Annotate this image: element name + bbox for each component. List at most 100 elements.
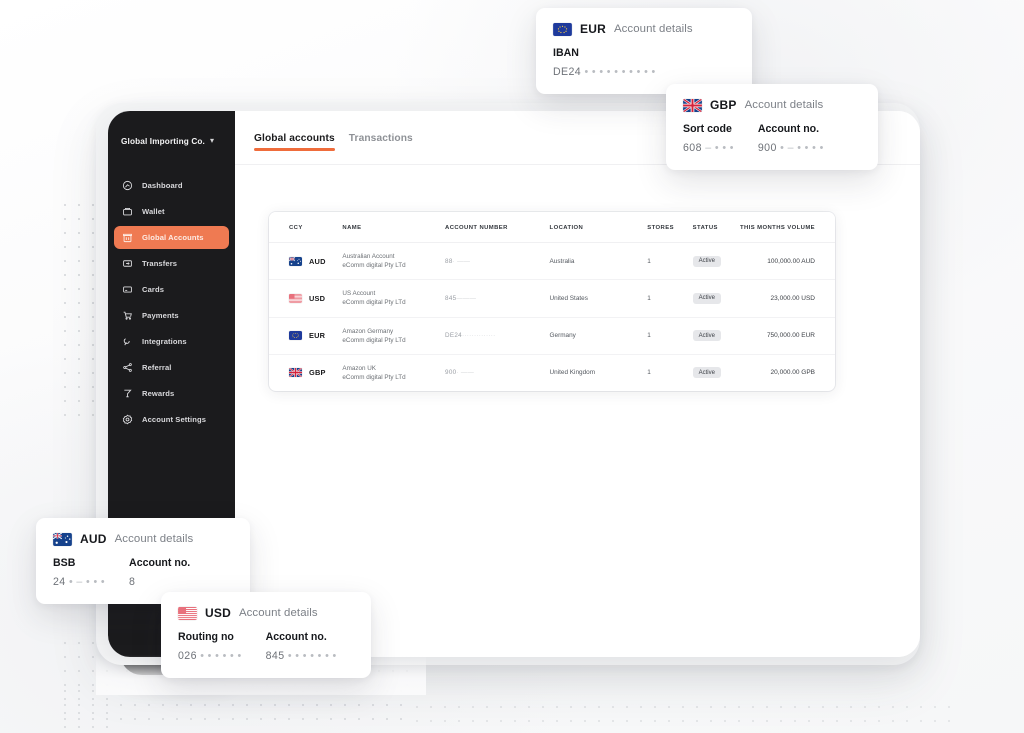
sidebar-item-rewards[interactable]: Rewards (114, 382, 229, 405)
detail-card-usd[interactable]: USD Account details Routing no 026 • • •… (161, 592, 371, 678)
detail-card-gbp[interactable]: GBP Account details Sort code 608 – • • … (666, 84, 878, 170)
account-prefix: DE24 (445, 332, 462, 340)
value-mask: • – • • • (68, 576, 106, 588)
column-header-account-number[interactable]: ACCOUNT NUMBER (445, 212, 550, 243)
value-prefix: 24 (53, 576, 66, 588)
accounts-table: CCY NAME ACCOUNT NUMBER LOCATION STORES … (269, 212, 835, 391)
cell-ccy: AUD (269, 242, 343, 281)
account-mask: · —— (456, 369, 475, 377)
detail-field-label: Account no. (757, 123, 820, 135)
ccy-code: USD (309, 293, 326, 303)
detail-field-label: Routing no (178, 631, 234, 643)
table-row[interactable]: GBP Amazon UK eComm digital Pty LTd 900·… (269, 354, 835, 391)
column-header-status[interactable]: STATUS (692, 212, 741, 243)
detail-field-label: BSB (53, 557, 76, 569)
cell-stores: 1 (647, 279, 693, 318)
cell-volume: 20,000.00 GPB (770, 369, 815, 377)
detail-card-subtitle: Account details (114, 533, 194, 545)
account-prefix: 845 (445, 294, 457, 302)
sidebar-item-cards[interactable]: Cards (114, 278, 229, 301)
detail-field-value: 845 • • • • • • • (266, 650, 337, 662)
detail-field-value: 24 • – • • • (53, 576, 105, 588)
cell-location: United Kingdom (549, 369, 596, 377)
sidebar-item-payments[interactable]: Payments (114, 304, 229, 327)
account-name: Amazon UK (342, 364, 377, 372)
detail-field-value: 8 (129, 576, 190, 588)
global-accounts-icon (122, 232, 133, 243)
account-entity: eComm digital Pty LTd (342, 373, 406, 381)
detail-field-label: Sort code (683, 123, 732, 135)
sidebar-item-referral[interactable]: Referral (114, 356, 229, 379)
ccy-code: EUR (309, 331, 326, 341)
value-prefix: DE24 (553, 66, 582, 78)
sidebar-item-label: Global Accounts (142, 233, 204, 242)
table-row[interactable]: EUR Amazon Germany eComm digital Pty LTd… (269, 317, 835, 355)
detail-card-subtitle: Account details (744, 99, 824, 111)
cell-stores: 1 (647, 242, 693, 281)
detail-card-ccy: EUR (580, 22, 606, 36)
dot-grid-bottom (58, 684, 410, 730)
account-prefix: 88 (445, 257, 453, 265)
cell-volume: 23,000.00 USD (740, 279, 835, 318)
cell-name: Australian Account eComm digital Pty LTd (342, 242, 446, 281)
account-name: US Account (342, 290, 376, 298)
value-mask: • • • • • • • (287, 650, 337, 662)
detail-card-eur[interactable]: EUR Account details IBAN DE24 • • • • • … (536, 8, 752, 94)
detail-card-ccy: GBP (710, 98, 737, 112)
account-entity: eComm digital Pty LTd (342, 336, 406, 344)
sidebar-item-label: Referral (142, 363, 172, 372)
detail-field-value: 900 • – • • • • (758, 142, 824, 154)
org-name: Global Importing Co. (121, 136, 205, 146)
cell-status: Active (692, 317, 741, 355)
table-body: AUD Australian Account eComm digital Pty… (269, 242, 835, 392)
cell-ccy: USD (269, 279, 343, 318)
value-prefix: 026 (178, 650, 197, 662)
column-header-volume[interactable]: THIS MONTHS VOLUME (740, 212, 835, 243)
tab-global-accounts[interactable]: Global accounts (254, 133, 335, 151)
detail-card-header: USD Account details (178, 606, 354, 620)
dot-grid-bottom-right (410, 700, 950, 732)
detail-card-fields: Routing no 026 • • • • • • Account no. 8… (178, 631, 354, 662)
flag-au-icon (289, 256, 302, 266)
sidebar-item-dashboard[interactable]: Dashboard (114, 174, 229, 197)
sidebar-item-transfers[interactable]: Transfers (114, 252, 229, 275)
detail-card-fields: BSB 24 • – • • • Account no. 8 (53, 557, 233, 588)
detail-field-label: IBAN (553, 47, 579, 59)
value-prefix: 8 (129, 576, 136, 588)
cards-icon (122, 284, 133, 295)
org-switcher[interactable]: Global Importing Co. ▾ (108, 130, 235, 152)
sidebar-item-global-accounts[interactable]: Global Accounts (114, 226, 229, 249)
detail-field-bsb: BSB 24 • – • • • (53, 557, 105, 588)
column-header-location[interactable]: LOCATION (549, 212, 648, 243)
flag-eu-icon (553, 22, 572, 36)
sidebar-item-label: Integrations (142, 337, 187, 346)
table-row[interactable]: AUD Australian Account eComm digital Pty… (269, 242, 835, 281)
value-mask: • • • • • • • • • • (584, 66, 656, 78)
tab-transactions[interactable]: Transactions (349, 133, 413, 151)
status-badge: Active (692, 255, 721, 267)
column-header-ccy[interactable]: CCY (269, 212, 343, 243)
detail-field-value: 026 • • • • • • (178, 650, 242, 662)
status-badge: Active (692, 367, 721, 379)
sidebar-item-account-settings[interactable]: Account Settings (114, 408, 229, 431)
sidebar-nav: Dashboard Wallet Global Accounts Transfe… (108, 174, 235, 431)
table-header: CCY NAME ACCOUNT NUMBER LOCATION STORES … (269, 212, 835, 243)
sidebar-item-label: Cards (142, 285, 165, 294)
table-row[interactable]: USD US Account eComm digital Pty LTd 845… (269, 279, 835, 318)
sidebar-item-integrations[interactable]: Integrations (114, 330, 229, 353)
cell-name: Amazon UK eComm digital Pty LTd (342, 354, 445, 391)
column-header-name[interactable]: NAME (342, 212, 446, 243)
sidebar-item-label: Rewards (142, 389, 175, 398)
detail-field-account-no: Account no. 900 • – • • • • (758, 123, 824, 154)
transfers-icon (122, 258, 133, 269)
detail-field-routing-no: Routing no 026 • • • • • • (178, 631, 242, 662)
table-header-row: CCY NAME ACCOUNT NUMBER LOCATION STORES … (269, 212, 835, 243)
column-header-stores[interactable]: STORES (647, 212, 693, 243)
flag-eu-icon (289, 331, 302, 341)
account-name: Amazon Germany (342, 327, 394, 335)
flag-us-icon (289, 293, 302, 303)
sidebar-item-wallet[interactable]: Wallet (114, 200, 229, 223)
detail-field-value: 608 – • • • (683, 142, 734, 154)
cell-account-number: DE24·············· (445, 317, 550, 355)
account-prefix: 900 (445, 369, 457, 377)
